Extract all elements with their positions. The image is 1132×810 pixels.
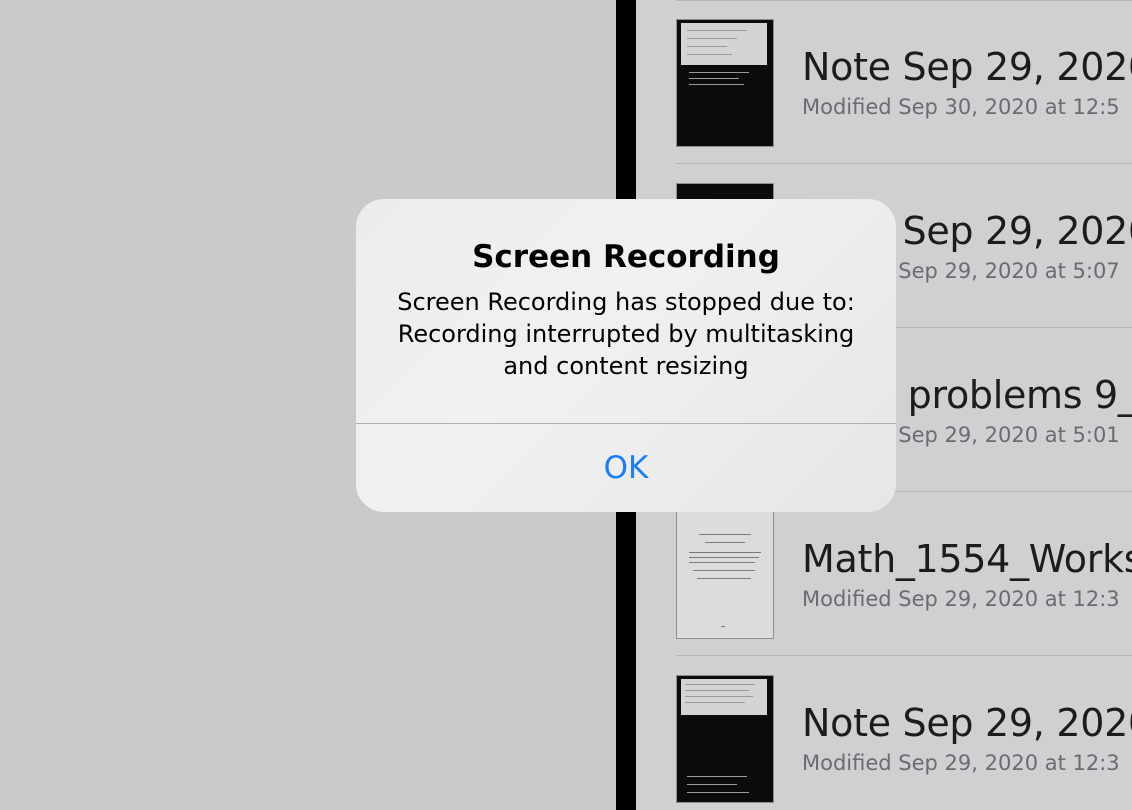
- file-row[interactable]: Note Sep 29, 2020 Modified Sep 29, 2020 …: [636, 656, 1132, 810]
- file-title: Note Sep 29, 2020: [802, 701, 1132, 745]
- alert-title: Screen Recording: [472, 239, 780, 275]
- alert-message-line: Screen Recording has stopped due to:: [397, 288, 855, 316]
- file-thumbnail: [676, 675, 774, 803]
- screen-recording-alert: Screen Recording Screen Recording has st…: [356, 199, 896, 512]
- ok-button[interactable]: OK: [356, 424, 896, 512]
- file-thumbnail: [676, 19, 774, 147]
- file-modified-date: Modified Sep 29, 2020 at 12:3: [802, 587, 1120, 611]
- file-title: Note Sep 29, 2020: [802, 45, 1132, 89]
- alert-message-line: Recording interrupted by multitasking: [397, 320, 855, 348]
- file-thumbnail: [676, 511, 774, 639]
- file-modified-date: Modified Sep 29, 2020 at 12:3: [802, 751, 1120, 775]
- alert-message-line: and content resizing: [503, 352, 749, 380]
- alert-message: Screen Recording has stopped due to: Rec…: [376, 286, 876, 382]
- file-title: Math_1554_Worksh: [802, 537, 1132, 581]
- file-row[interactable]: Math_1554_Worksh Modified Sep 29, 2020 a…: [636, 492, 1132, 656]
- file-row[interactable]: Note Sep 29, 2020 Modified Sep 30, 2020 …: [636, 0, 1132, 164]
- file-modified-date: Modified Sep 30, 2020 at 12:5: [802, 95, 1120, 119]
